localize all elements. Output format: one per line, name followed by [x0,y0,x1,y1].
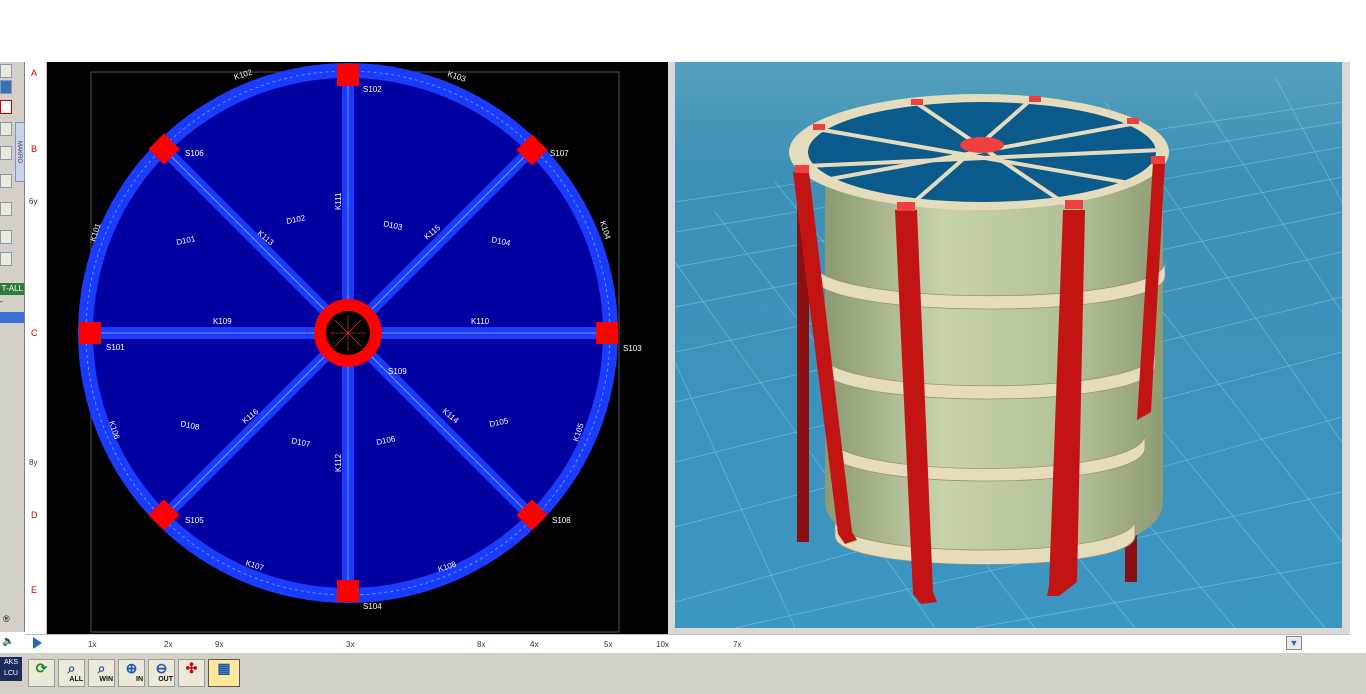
x-axis-ruler: 1x 2x 9x 3x 8x 4x 5x 10x 7x [25,634,1350,652]
tool-button-1[interactable] [0,64,12,78]
axis-label-d: D [31,510,38,520]
zoom-window-icon: ⌕ [97,660,106,676]
beam-label-k111: K111 [334,192,343,210]
split-view-button[interactable]: ▦ [208,659,240,687]
zoom-all-icon: ⌕ [67,660,76,676]
top-blank-area [0,0,1366,62]
beam-label-k102: K102 [233,67,254,82]
axis-label-e: E [31,585,38,595]
registered-mark: ® [3,614,10,624]
column-label-s104: S104 [363,602,382,611]
scroll-down-arrow-icon[interactable]: ▼ [1286,636,1302,650]
axis-label-1x: 1x [88,640,97,649]
selected-list-row[interactable] [0,312,24,323]
makro-tab[interactable]: MAKRO [15,122,25,182]
column-label-s105: S105 [185,516,204,525]
plan-drawing: S101 S102 S103 S104 S105 S106 S107 S108 … [78,63,642,633]
play-icon[interactable] [33,637,42,649]
tank-wall [825,150,1163,560]
y-axis-ruler: A B 6y C 8y D E [25,62,47,634]
axis-label-a: A [31,68,38,78]
axis-label-2x: 2x [164,640,173,649]
column-label-s101: S101 [106,343,125,352]
zoom-out-button[interactable]: ⊖ OUT [148,659,175,687]
axis-label-7x: 7x [733,640,742,649]
axis-label-8x: 8x [477,640,486,649]
left-toolbar: MAKRO T-ALL - ® 🔈 [0,62,25,647]
beam-label-k109: K109 [213,317,232,326]
grid-label-6y: 6y [29,197,38,206]
refresh-icon: ⟳ [35,660,48,676]
axis-label-3x: 3x [346,640,355,649]
axis-label-b: B [31,144,38,154]
tool-button-7[interactable] [0,202,12,216]
column-label-s102: S102 [363,85,382,94]
column-label-s108: S108 [552,516,571,525]
axis-label-10x: 10x [656,640,669,649]
snap-points-icon: ✣ [185,660,198,676]
axis-label-5x: 5x [604,640,613,649]
snap-points-button[interactable]: ✣ [178,659,205,687]
split-view-icon: ▦ [217,660,231,676]
tool-button-6[interactable] [0,174,12,188]
zoom-in-icon: ⊕ [125,660,138,676]
view-3d[interactable] [675,62,1342,628]
axis-label-4x: 4x [530,640,539,649]
right-margin [1350,62,1366,634]
view-3d-frame [668,62,1350,634]
column-label-s109: S109 [388,367,407,376]
zoom-out-icon: ⊖ [155,660,168,676]
refresh-button[interactable]: ⟳ [28,659,55,687]
column-label-s103: S103 [623,344,642,353]
zoom-all-button[interactable]: ⌕ ALL [58,659,85,687]
tool-button-9[interactable] [0,252,12,266]
column-label-s106: S106 [185,149,204,158]
beam-label-k110: K110 [471,317,490,326]
bottom-toolbar: AKS LCU ⟳ ⌕ ALL ⌕ WIN ⊕ IN ⊖ OUT ✣ ▦ [0,652,1366,694]
axis-label-9x: 9x [215,640,224,649]
roof-center-column [960,137,1004,153]
center-hatch [330,315,366,351]
tool-button-5[interactable] [0,146,12,160]
tool-button-4[interactable] [0,122,12,136]
zoom-in-button[interactable]: ⊕ IN [118,659,145,687]
list-row-label: - [0,297,3,306]
grid-label-8y: 8y [29,458,38,467]
tool-button-2[interactable] [0,80,12,94]
axis-label-c: C [31,328,38,338]
speaker-icon[interactable]: 🔈 [0,636,24,650]
zoom-window-button[interactable]: ⌕ WIN [88,659,115,687]
select-all-button[interactable]: T-ALL [0,283,24,295]
plan-view[interactable]: S101 S102 S103 S104 S105 S106 S107 S108 … [47,62,668,634]
app-logo: AKS LCU [0,657,22,681]
tool-button-8[interactable] [0,230,12,244]
view-3d-drawing [675,76,1342,628]
tool-button-3[interactable] [0,100,12,114]
column-label-s107: S107 [550,149,569,158]
beam-label-k112: K112 [334,453,343,472]
